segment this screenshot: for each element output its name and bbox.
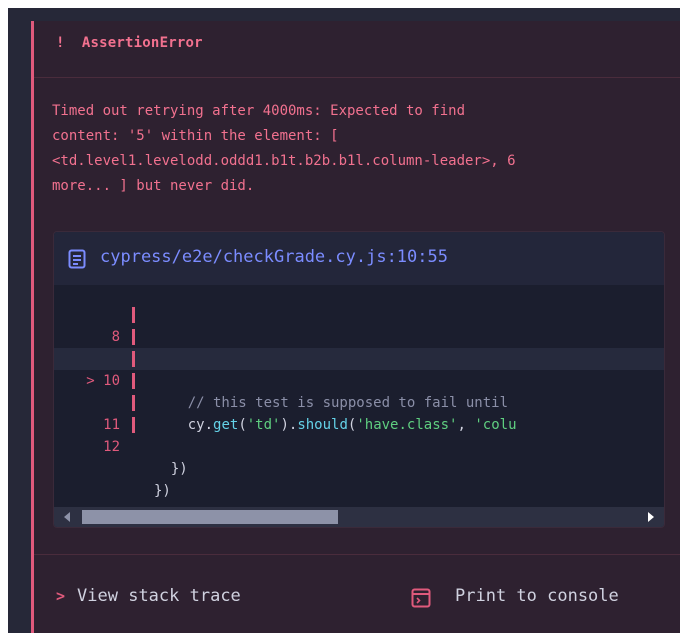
code-frame: cypress/e2e/checkGrade.cy.js:10:55 8 9 /… xyxy=(53,231,665,528)
code-text: }) xyxy=(154,483,171,499)
error-message-line: more... ] but never did. xyxy=(52,178,255,194)
error-message-line: Timed out retrying after 4000ms: Expecte… xyxy=(52,103,466,119)
code-line: 12 }) xyxy=(54,414,664,499)
console-icon xyxy=(411,588,431,608)
error-header: ! AssertionError xyxy=(34,21,680,78)
code-line: 11 }) xyxy=(54,392,664,477)
code-line: 8 xyxy=(54,304,664,345)
error-message-line: <td.level1.levelodd.oddd1.b1t.b2b.b1l.co… xyxy=(52,153,516,169)
error-name: AssertionError xyxy=(81,35,203,51)
command-log-panel: ! AssertionError Timed out retrying afte… xyxy=(8,8,680,633)
code-text: }) xyxy=(154,461,188,477)
scroll-left-icon[interactable] xyxy=(64,512,70,522)
horizontal-scrollbar[interactable] xyxy=(54,507,664,527)
chevron-right-icon: > xyxy=(56,587,66,605)
error-box: ! AssertionError Timed out retrying afte… xyxy=(31,21,680,633)
view-stack-trace-label: View stack trace xyxy=(77,586,241,606)
scroll-right-icon[interactable] xyxy=(648,512,654,522)
line-separator xyxy=(132,329,135,345)
error-message-line: content: '5' within the element: [ xyxy=(52,128,339,144)
line-separator xyxy=(132,307,135,323)
code-line-highlighted: > 10 cy.get('td').should('have.class', '… xyxy=(54,348,664,433)
code-line xyxy=(54,370,664,392)
error-title: ! AssertionError xyxy=(56,35,203,51)
error-message: Timed out retrying after 4000ms: Expecte… xyxy=(52,99,680,199)
print-to-console-label: Print to console xyxy=(455,586,619,606)
view-stack-trace-button[interactable]: > View stack trace xyxy=(56,586,241,606)
line-number: 12 xyxy=(103,439,120,455)
file-link[interactable]: cypress/e2e/checkGrade.cy.js:10:55 xyxy=(100,247,448,267)
footer-divider xyxy=(34,554,680,555)
scrollbar-thumb[interactable] xyxy=(82,510,338,524)
error-bang: ! xyxy=(56,35,65,51)
line-separator xyxy=(132,373,135,389)
line-separator xyxy=(132,351,135,367)
code-body: 8 9 // this test is supposed to fail unt… xyxy=(54,304,664,499)
line-separator xyxy=(132,417,135,433)
code-frame-header[interactable]: cypress/e2e/checkGrade.cy.js:10:55 xyxy=(54,232,664,285)
code-line: 9 // this test is supposed to fail until xyxy=(54,326,664,411)
print-to-console-button[interactable]: Print to console xyxy=(411,586,619,608)
file-icon xyxy=(68,249,86,269)
line-separator xyxy=(132,395,135,411)
